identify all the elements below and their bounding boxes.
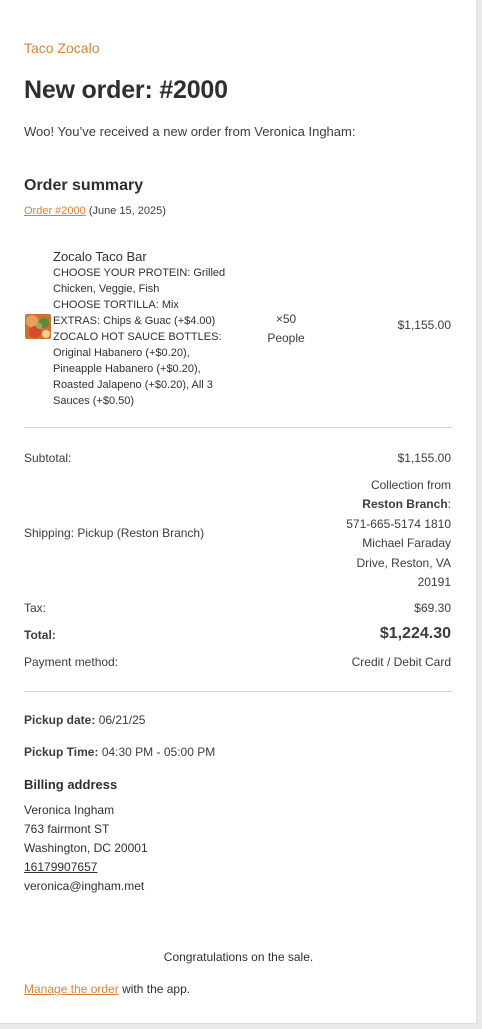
store-name: Taco Zocalo (24, 40, 100, 56)
total-value: $1,224.30 (379, 625, 451, 642)
shipping-address-line: 571-665-5174 1810 (346, 516, 451, 531)
shipping-address-line: 20191 (417, 575, 451, 590)
payment-method-label: Payment method: (24, 655, 119, 669)
pickup-time-label: Pickup Time: (24, 745, 99, 759)
product-option-line: EXTRAS: Chips & Guac (+$4.00) (53, 315, 216, 327)
product-option-line: CHOOSE YOUR PROTEIN: Grilled (53, 267, 226, 279)
order-link[interactable]: Order #2000 (24, 205, 86, 217)
product-option-line: ZOCALO HOT SAUCE BOTTLES: (53, 331, 222, 343)
billing-address-heading: Billing address (24, 777, 118, 792)
quantity-unit: People (267, 331, 305, 345)
product-name: Zocalo Taco Bar (53, 249, 147, 264)
quantity-value: ×50 (275, 312, 297, 326)
billing-phone-link[interactable]: 16179907657 (24, 860, 97, 874)
manage-order-suffix: with the app. (118, 982, 191, 996)
pickup-date-value: 06/21/25 (98, 713, 146, 727)
billing-city: Washington, DC 20001 (24, 841, 148, 855)
product-option-line: Original Habanero (+$0.20), (53, 347, 190, 359)
product-price: $1,155.00 (397, 318, 451, 332)
shipping-address-line: Drive, Reston, VA (356, 555, 451, 570)
payment-method-value: Credit / Debit Card (351, 655, 451, 669)
shipping-value: Collection from Reston Branch: 571-665-5… (321, 476, 451, 592)
email-card: Taco Zocalo New order: #2000 Woo! You’ve… (0, 0, 477, 1024)
shipping-address-line: Michael Faraday (362, 536, 451, 551)
food-thumbnail-icon (25, 314, 51, 339)
tax-value: $69.30 (414, 601, 451, 615)
shipping-branch: Reston Branch (362, 497, 448, 512)
product-option-line: Chicken, Veggie, Fish (53, 283, 160, 295)
billing-name: Veronica Ingham (24, 803, 115, 817)
page-title: New order: #2000 (24, 76, 228, 104)
shipping-label: Shipping: Pickup (Reston Branch) (24, 526, 205, 540)
manage-order-line: Manage the order with the app. (24, 982, 190, 996)
manage-order-link[interactable]: Manage the order (24, 982, 119, 996)
congrats-text: Congratulations on the sale. (163, 950, 314, 964)
product-option-line: Roasted Jalapeno (+$0.20), All 3 (53, 379, 213, 391)
order-date: (June 15, 2025) (88, 205, 166, 217)
shipping-branch-line: Reston Branch: (362, 497, 451, 512)
product-quantity: ×50 People (262, 310, 310, 348)
pickup-date-label: Pickup date: (24, 713, 96, 727)
product-options: CHOOSE YOUR PROTEIN: Grilled Chicken, Ve… (53, 265, 243, 409)
product-option-line: CHOOSE TORTILLA: Mix (53, 299, 179, 311)
product-option-line: Pineapple Habanero (+$0.20), (53, 363, 201, 375)
billing-email: veronica@ingham.met (24, 879, 145, 893)
divider (24, 427, 453, 428)
order-summary-heading: Order summary (24, 177, 144, 194)
total-label: Total: (24, 628, 56, 642)
shipping-prefix: Collection from (370, 478, 451, 492)
pickup-time-value: 04:30 PM - 05:00 PM (101, 745, 216, 759)
tax-label: Tax: (24, 601, 47, 615)
pickup-time: Pickup Time: 04:30 PM - 05:00 PM (24, 745, 215, 759)
pickup-date: Pickup date: 06/21/25 (24, 713, 145, 727)
product-option-line: Sauces (+$0.50) (53, 395, 135, 407)
subtotal-label: Subtotal: (24, 451, 72, 465)
subtotal-value: $1,155.00 (397, 451, 451, 465)
intro-text: Woo! You’ve received a new order from Ve… (24, 124, 356, 139)
order-reference: Order #2000 (June 15, 2025) (24, 205, 166, 217)
billing-street: 763 fairmont ST (24, 822, 110, 836)
divider (24, 691, 453, 692)
